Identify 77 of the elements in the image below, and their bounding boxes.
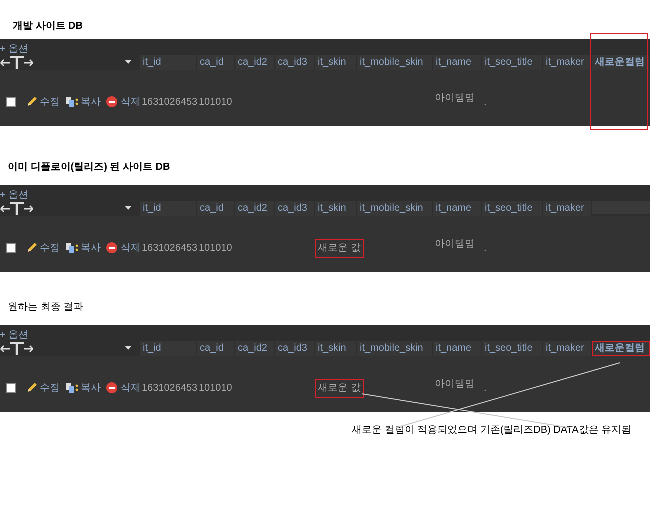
options-link[interactable]: + 옵션: [0, 191, 29, 201]
table-cell-text: 아이템명: [434, 238, 476, 252]
column-header[interactable]: it_maker: [543, 201, 592, 216]
delete-link[interactable]: 삭제: [106, 94, 141, 110]
dropdown-caret-icon[interactable]: [125, 206, 132, 211]
column-resize-icon[interactable]: [0, 342, 34, 355]
table-cell-text: 1631026453: [141, 382, 199, 396]
edit-link[interactable]: 수정: [26, 380, 60, 396]
table-cell-text: 101010: [198, 96, 234, 110]
copy-link[interactable]: 복사: [65, 240, 101, 256]
section-title: 원하는 최종 결과: [8, 302, 84, 313]
column-header[interactable]: ca_id3: [275, 201, 315, 216]
copy-icon: [65, 96, 79, 108]
column-header[interactable]: it_id: [140, 341, 197, 356]
table-cell-text: 101010: [198, 242, 234, 256]
table-cell-text: 1631026453: [141, 96, 199, 110]
column-header[interactable]: it_mobile_skin: [357, 55, 433, 70]
table-cell: 새로운 값: [315, 378, 364, 398]
edit-link[interactable]: 수정: [26, 240, 60, 256]
table-cell-text: 아이템명: [434, 92, 476, 106]
column-header[interactable]: ca_id3: [275, 341, 315, 356]
column-header[interactable]: it_skin: [315, 201, 357, 216]
edit-link[interactable]: 수정: [26, 94, 60, 110]
column-header[interactable]: it_skin: [315, 55, 357, 70]
delete-icon: [106, 96, 118, 108]
column-header[interactable]: it_seo_title: [482, 201, 543, 216]
column-header[interactable]: 새로운컬럼: [592, 341, 650, 356]
column-resize-icon[interactable]: [0, 202, 34, 215]
annotation-text: 새로운 컬럼이 적용되었으며 기존(릴리즈DB) DATA값은 유지됨: [352, 425, 632, 436]
row-checkbox[interactable]: [6, 383, 16, 393]
column-header[interactable]: ca_id2: [235, 201, 275, 216]
delete-icon: [106, 242, 118, 254]
column-resize-icon[interactable]: [0, 56, 34, 69]
column-header[interactable]: 새로운컬럼: [592, 55, 650, 70]
column-header[interactable]: ca_id: [197, 341, 235, 356]
table-cell-text: 1631026453: [141, 242, 199, 256]
column-header[interactable]: it_name: [433, 341, 482, 356]
options-link[interactable]: + 옵션: [0, 45, 29, 55]
pencil-icon: [26, 242, 38, 254]
column-header[interactable]: ca_id: [197, 55, 235, 70]
dropdown-caret-icon[interactable]: [125, 60, 132, 65]
table-cell-text: 아이템명: [434, 378, 476, 392]
dropdown-caret-icon[interactable]: [125, 346, 132, 351]
table-cell-text: .: [483, 242, 488, 256]
column-header[interactable]: it_seo_title: [482, 341, 543, 356]
column-header[interactable]: it_id: [140, 55, 197, 70]
column-header[interactable]: it_id: [140, 201, 197, 216]
column-header[interactable]: ca_id2: [235, 341, 275, 356]
delete-link[interactable]: 삭제: [106, 240, 141, 256]
column-header[interactable]: it_name: [433, 201, 482, 216]
copy-link[interactable]: 복사: [65, 380, 101, 396]
column-header[interactable]: ca_id: [197, 201, 235, 216]
row-checkbox[interactable]: [6, 97, 16, 107]
column-header[interactable]: it_mobile_skin: [357, 341, 433, 356]
copy-icon: [65, 382, 79, 394]
copy-icon: [65, 242, 79, 254]
column-header[interactable]: it_name: [433, 55, 482, 70]
column-header[interactable]: it_mobile_skin: [357, 201, 433, 216]
options-link[interactable]: + 옵션: [0, 331, 29, 341]
section-title: 이미 디플로이(릴리즈) 된 사이트 DB: [8, 162, 170, 173]
pencil-icon: [26, 96, 38, 108]
table-cell-text: .: [483, 96, 488, 110]
delete-link[interactable]: 삭제: [106, 380, 141, 396]
table-cell: 새로운 값: [315, 238, 364, 258]
section-title: 개발 사이트 DB: [13, 21, 83, 32]
column-header[interactable]: ca_id3: [275, 55, 315, 70]
column-header[interactable]: it_skin: [315, 341, 357, 356]
table-cell-text: 101010: [198, 382, 234, 396]
column-header[interactable]: it_maker: [543, 55, 592, 70]
copy-link[interactable]: 복사: [65, 94, 101, 110]
column-header[interactable]: it_maker: [543, 341, 592, 356]
column-header[interactable]: ca_id2: [235, 55, 275, 70]
table-cell-text: .: [483, 382, 488, 396]
delete-icon: [106, 382, 118, 394]
pencil-icon: [26, 382, 38, 394]
column-header[interactable]: it_seo_title: [482, 55, 543, 70]
row-checkbox[interactable]: [6, 243, 16, 253]
